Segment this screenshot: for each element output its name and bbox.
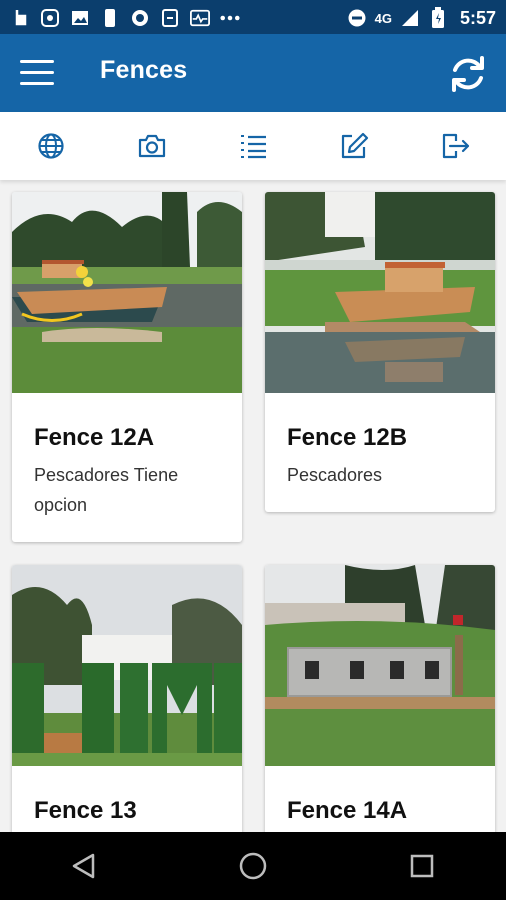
do-not-disturb-icon [347,8,367,28]
chat-icon [40,8,60,28]
edit-button[interactable] [327,119,381,173]
refresh-button[interactable] [446,52,490,96]
app-bar: Fences [0,34,506,112]
menu-icon [20,60,54,63]
list-button[interactable] [226,119,280,173]
card-subtitle: Pescadores [287,465,383,485]
recents-button[interactable] [392,836,452,896]
card-title: Fence 13 [34,797,137,824]
system-icons: 4G 5:57 [347,6,496,30]
fence-card[interactable]: Fence 12A Pescadores Tiene opcion [12,192,242,542]
fence-card[interactable]: Fence 12B Pescadores [265,192,495,512]
fence-card[interactable]: Fence 13 [12,565,242,832]
camera-icon [138,134,165,158]
edit-icon [342,132,369,159]
gallery-icon [70,8,90,28]
notification-icons [10,6,240,30]
more-dots-icon [220,8,240,28]
home-icon [239,852,267,880]
device-icon [160,8,180,28]
navigation-bar [0,832,506,900]
fence-photo [265,565,495,766]
page-title: Fences [100,56,188,84]
card-title: Fence 12A [34,424,155,451]
menu-button[interactable] [18,56,58,90]
card-title: Fence 12B [287,424,408,451]
menu-icon-bar [20,82,54,85]
fence-image-boat-reflection [265,192,495,393]
export-icon [443,133,470,159]
card-title: Fence 14A [287,797,408,824]
card-subtitle: Pescadores Tiene opcion [34,465,179,515]
list-icon [240,135,266,159]
menu-icon-bar [20,71,54,74]
circle-icon [130,8,150,28]
globe-icon [37,133,64,159]
fence-image-boat [12,192,242,393]
fence-photo [265,192,495,393]
fence-grid: Fence 12A Pescadores Tiene opcion Fence … [0,180,506,832]
recents-icon [410,854,433,878]
toolbar [0,112,506,180]
fence-photo [12,565,242,766]
status-bar: 4G 5:57 [0,0,506,34]
fence-card[interactable]: Fence 14A [265,565,495,832]
signal-icon [400,8,420,28]
map-button[interactable] [24,119,78,173]
camera-button[interactable] [125,119,179,173]
network-type: 4G [374,10,392,26]
fence-image-lima-letters [12,565,242,766]
fence-photo [12,192,242,393]
touch-icon [10,8,30,28]
refresh-icon [452,56,484,92]
export-button[interactable] [428,119,482,173]
clock: 5:57 [459,7,496,28]
back-icon [73,853,95,879]
home-button[interactable] [223,836,283,896]
battery-icon [428,7,448,28]
phone-icon [100,8,120,28]
back-button[interactable] [54,836,114,896]
fence-image-wall [265,565,495,766]
pulse-icon [190,8,210,28]
